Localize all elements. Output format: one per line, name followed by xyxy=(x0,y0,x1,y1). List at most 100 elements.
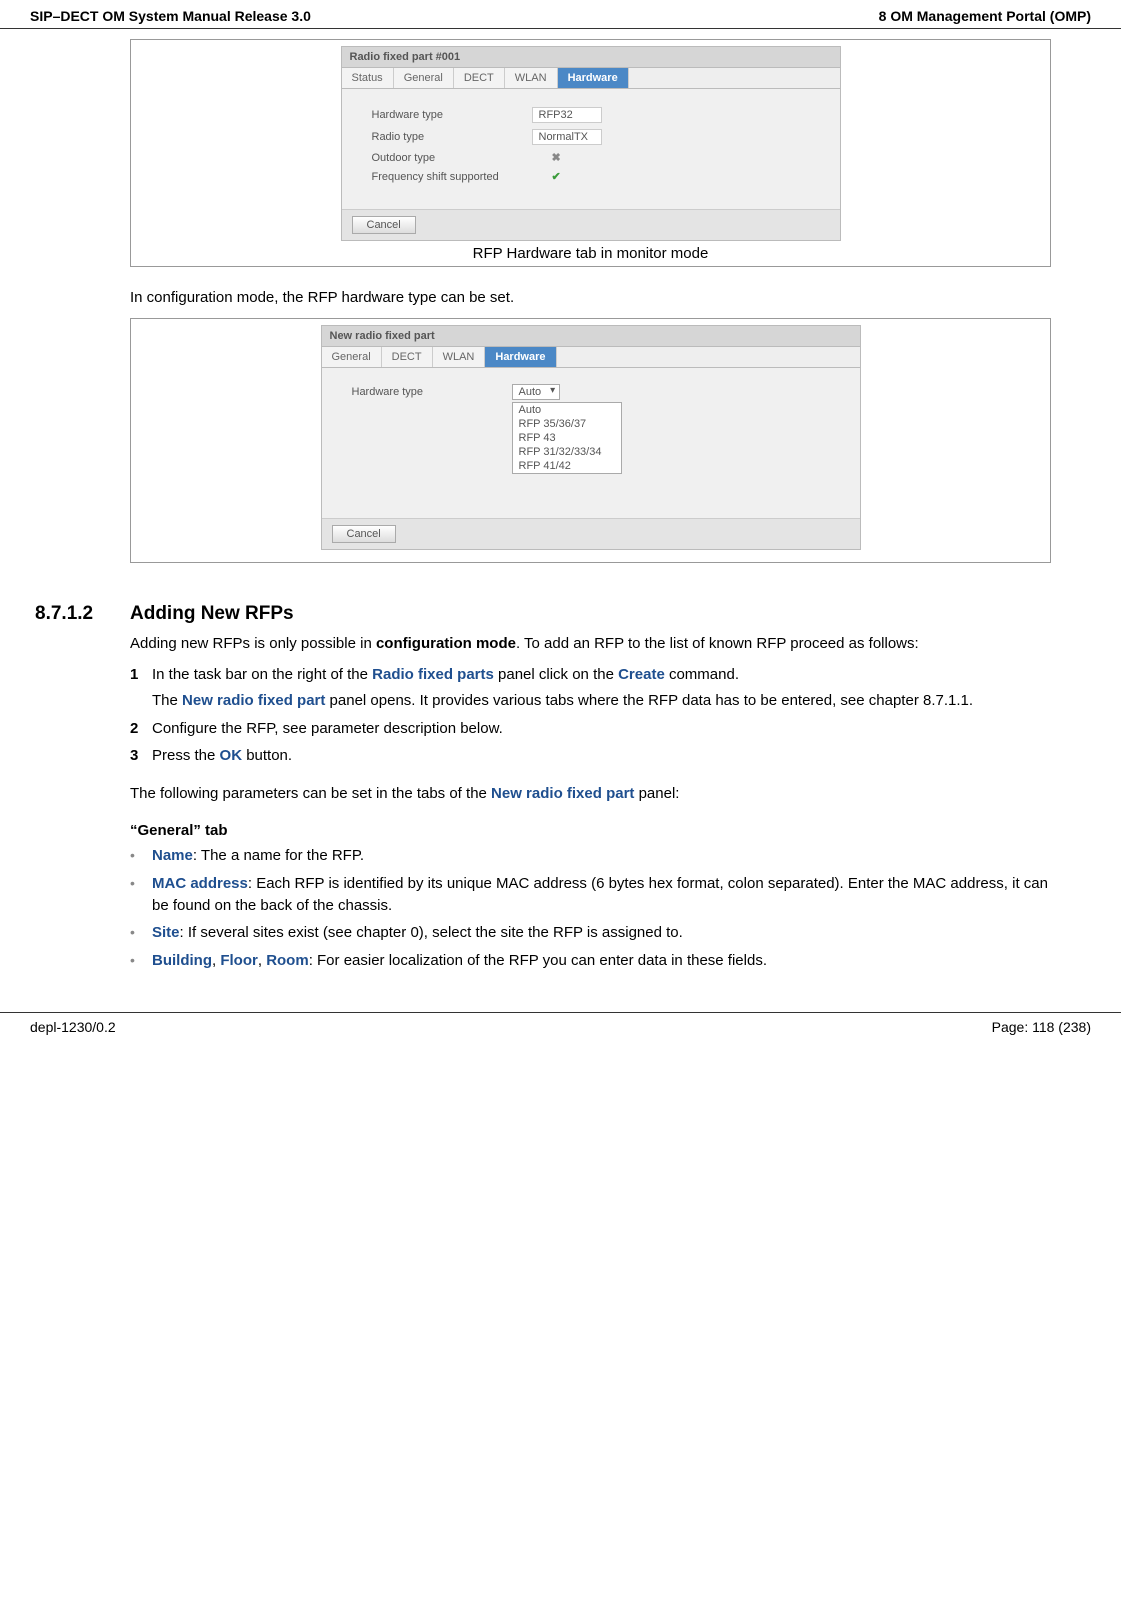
text: : If several sites exist (see chapter 0)… xyxy=(180,924,683,941)
text: : The a name for the RFP. xyxy=(193,847,364,864)
param-name: Site xyxy=(152,924,180,941)
param-name: Room xyxy=(266,952,309,969)
row-hardware-type-2: Hardware type Auto Auto RFP 35/36/37 RFP… xyxy=(352,386,840,398)
row-outdoor-type: Outdoor type ✖ xyxy=(372,151,820,164)
step-1: 1 In the task bar on the right of the Ra… xyxy=(130,664,1051,712)
cancel-button[interactable]: Cancel xyxy=(352,216,416,234)
text: The following parameters can be set in t… xyxy=(130,785,491,802)
screenshot-config-mode: New radio fixed part General DECT WLAN H… xyxy=(321,325,861,550)
step-number: 2 xyxy=(130,718,152,740)
param-name: Name xyxy=(152,847,193,864)
row-radio-type: Radio type NormalTX xyxy=(372,129,820,145)
value-radio-type: NormalTX xyxy=(532,129,602,145)
step-1-sub: The New radio fixed part panel opens. It… xyxy=(152,690,1051,712)
ui-ref: Radio fixed parts xyxy=(372,666,494,683)
text: Adding new RFPs is only possible in xyxy=(130,635,376,652)
text: . To add an RFP to the list of known RFP… xyxy=(516,635,919,652)
footer-left: depl-1230/0.2 xyxy=(30,1019,116,1035)
section-title: Adding New RFPs xyxy=(130,603,294,625)
tab-wlan-2[interactable]: WLAN xyxy=(433,347,486,367)
panel-body-2: Hardware type Auto Auto RFP 35/36/37 RFP… xyxy=(322,368,860,518)
page-footer: depl-1230/0.2 Page: 118 (238) xyxy=(0,1012,1121,1045)
section-heading: 8.7.1.2 Adding New RFPs xyxy=(35,603,1051,625)
text: button. xyxy=(242,747,292,764)
header-right: 8 OM Management Portal (OMP) xyxy=(879,8,1091,24)
steps-list: 1 In the task bar on the right of the Ra… xyxy=(130,664,1051,767)
x-icon: ✖ xyxy=(552,151,561,164)
tab-bar: Status General DECT WLAN Hardware xyxy=(342,68,840,89)
intro-paragraph: In configuration mode, the RFP hardware … xyxy=(130,287,1051,308)
after-steps: The following parameters can be set in t… xyxy=(130,783,1051,804)
dropdown-selected[interactable]: Auto xyxy=(512,384,561,400)
text-bold: configuration mode xyxy=(376,635,516,652)
section-number: 8.7.1.2 xyxy=(35,603,130,625)
figure-1-caption: RFP Hardware tab in monitor mode xyxy=(137,245,1044,262)
bullet-text: Site: If several sites exist (see chapte… xyxy=(152,922,1051,944)
text: Press the xyxy=(152,747,220,764)
page-header: SIP–DECT OM System Manual Release 3.0 8 … xyxy=(0,0,1121,29)
general-tab-bullets: Name: The a name for the RFP. MAC addres… xyxy=(130,845,1051,972)
dropdown-option[interactable]: RFP 31/32/33/34 xyxy=(513,445,621,459)
panel-title-2: New radio fixed part xyxy=(322,326,860,347)
ui-ref: New radio fixed part xyxy=(491,785,634,802)
page-content: Radio fixed part #001 Status General DEC… xyxy=(0,29,1121,988)
bullet-text: Name: The a name for the RFP. xyxy=(152,845,1051,867)
label-hardware-type: Hardware type xyxy=(372,109,532,121)
bullet-building-floor-room: Building, Floor, Room: For easier locali… xyxy=(130,950,1051,972)
tab-hardware[interactable]: Hardware xyxy=(558,68,629,88)
row-hardware-type: Hardware type RFP32 xyxy=(372,107,820,123)
bullet-site: Site: If several sites exist (see chapte… xyxy=(130,922,1051,944)
tab-dect[interactable]: DECT xyxy=(454,68,505,88)
cancel-button-2[interactable]: Cancel xyxy=(332,525,396,543)
step-text: Configure the RFP, see parameter descrip… xyxy=(152,718,1051,740)
text: In the task bar on the right of the xyxy=(152,666,372,683)
param-name: Building xyxy=(152,952,212,969)
step-text: Press the OK button. xyxy=(152,745,1051,767)
hardware-type-dropdown[interactable]: Auto Auto RFP 35/36/37 RFP 43 RFP 31/32/… xyxy=(512,386,561,398)
tab-general[interactable]: General xyxy=(394,68,454,88)
section-intro: Adding new RFPs is only possible in conf… xyxy=(130,633,1051,654)
figure-1: Radio fixed part #001 Status General DEC… xyxy=(130,39,1051,267)
label-frequency-shift: Frequency shift supported xyxy=(372,171,532,183)
param-name: Floor xyxy=(220,952,258,969)
screenshot-monitor-mode: Radio fixed part #001 Status General DEC… xyxy=(341,46,841,241)
dropdown-option[interactable]: RFP 41/42 xyxy=(513,459,621,473)
step-text: In the task bar on the right of the Radi… xyxy=(152,664,1051,712)
dropdown-options: Auto RFP 35/36/37 RFP 43 RFP 31/32/33/34… xyxy=(512,402,622,474)
step-number: 1 xyxy=(130,664,152,712)
dropdown-option[interactable]: Auto xyxy=(513,403,621,417)
dropdown-option[interactable]: RFP 43 xyxy=(513,431,621,445)
bullet-mac-address: MAC address: Each RFP is identified by i… xyxy=(130,873,1051,917)
param-name: MAC address xyxy=(152,875,248,892)
ui-ref: OK xyxy=(220,747,243,764)
ui-ref: New radio fixed part xyxy=(182,692,325,709)
step-3: 3 Press the OK button. xyxy=(130,745,1051,767)
step-number: 3 xyxy=(130,745,152,767)
panel-body: Hardware type RFP32 Radio type NormalTX … xyxy=(342,89,840,209)
bullet-text: Building, Floor, Room: For easier locali… xyxy=(152,950,1051,972)
bullet-text: MAC address: Each RFP is identified by i… xyxy=(152,873,1051,917)
tab-hardware-2[interactable]: Hardware xyxy=(485,347,556,367)
text: : Each RFP is identified by its unique M… xyxy=(152,875,1048,914)
value-hardware-type: RFP32 xyxy=(532,107,602,123)
header-left: SIP–DECT OM System Manual Release 3.0 xyxy=(30,8,311,24)
panel-title: Radio fixed part #001 xyxy=(342,47,840,68)
text: command. xyxy=(665,666,739,683)
tab-status[interactable]: Status xyxy=(342,68,394,88)
row-frequency-shift: Frequency shift supported ✔ xyxy=(372,170,820,183)
check-icon: ✔ xyxy=(552,170,561,183)
tab-dect-2[interactable]: DECT xyxy=(382,347,433,367)
label-hardware-type-2: Hardware type xyxy=(352,386,512,398)
tab-bar-2: General DECT WLAN Hardware xyxy=(322,347,860,368)
ui-ref: Create xyxy=(618,666,665,683)
text: panel opens. It provides various tabs wh… xyxy=(325,692,973,709)
dropdown-option[interactable]: RFP 35/36/37 xyxy=(513,417,621,431)
text: : For easier localization of the RFP you… xyxy=(309,952,767,969)
step-2: 2 Configure the RFP, see parameter descr… xyxy=(130,718,1051,740)
text: The xyxy=(152,692,182,709)
tab-wlan[interactable]: WLAN xyxy=(505,68,558,88)
bullet-name: Name: The a name for the RFP. xyxy=(130,845,1051,867)
panel-footer-2: Cancel xyxy=(322,518,860,549)
label-outdoor-type: Outdoor type xyxy=(372,152,532,164)
tab-general-2[interactable]: General xyxy=(322,347,382,367)
